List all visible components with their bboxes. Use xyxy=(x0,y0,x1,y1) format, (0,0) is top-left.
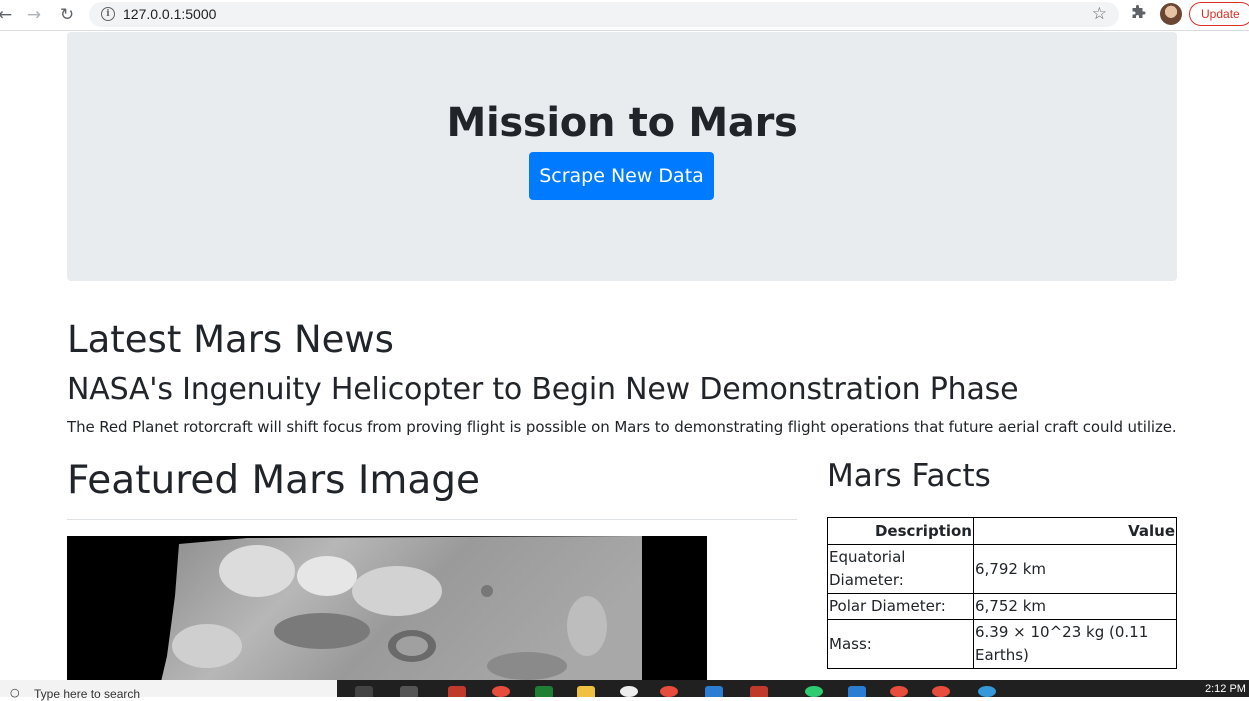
mars-facts-heading: Mars Facts xyxy=(827,458,991,494)
taskbar-app-icon[interactable] xyxy=(705,686,723,697)
mars-facts-table: Description Value Equatorial Diameter: 6… xyxy=(827,517,1177,669)
news-title: NASA's Ingenuity Helicopter to Begin New… xyxy=(67,372,1019,407)
chrome-icon[interactable] xyxy=(492,686,510,697)
table-header-row: Description Value xyxy=(827,517,1177,545)
taskbar-app-icon[interactable] xyxy=(805,686,823,697)
table-row: Mass: 6.39 × 10^23 kg (0.11 Earths) xyxy=(827,619,1177,669)
update-button[interactable]: Update xyxy=(1189,2,1249,26)
column-header: Value xyxy=(973,517,1177,545)
search-icon: ○ xyxy=(10,686,20,699)
featured-image-heading: Featured Mars Image xyxy=(67,458,480,503)
site-info-icon[interactable]: i xyxy=(101,7,115,21)
profile-avatar[interactable] xyxy=(1160,3,1182,25)
address-bar[interactable]: i 127.0.0.1:5000 ☆ xyxy=(89,2,1119,27)
taskbar-app-icon[interactable] xyxy=(400,686,418,697)
back-arrow-icon[interactable]: ← xyxy=(0,4,16,26)
address-url[interactable]: 127.0.0.1:5000 xyxy=(123,6,216,22)
excel-icon[interactable] xyxy=(535,686,553,697)
bookmark-star-icon[interactable]: ☆ xyxy=(1092,4,1107,24)
browser-toolbar: ← → ↻ i 127.0.0.1:5000 ☆ Update xyxy=(0,0,1249,31)
forward-arrow-icon[interactable]: → xyxy=(23,4,45,26)
news-paragraph: The Red Planet rotorcraft will shift foc… xyxy=(67,418,1177,436)
table-row: Equatorial Diameter: 6,792 km xyxy=(827,544,1177,594)
reload-icon[interactable]: ↻ xyxy=(56,4,78,26)
chrome-icon[interactable] xyxy=(932,686,950,697)
table-cell: 6,752 km xyxy=(973,593,1177,620)
vscode-icon[interactable] xyxy=(848,686,866,697)
taskbar-app-icon[interactable] xyxy=(978,686,996,697)
table-row: Polar Diameter: 6,752 km xyxy=(827,593,1177,620)
page-title: Mission to Mars xyxy=(446,100,798,146)
taskbar-app-icon[interactable] xyxy=(620,686,638,697)
chrome-icon[interactable] xyxy=(660,686,678,697)
taskbar-app-icon[interactable] xyxy=(448,686,466,697)
file-explorer-icon[interactable] xyxy=(577,686,595,697)
taskbar-clock: 2:12 PM xyxy=(1205,683,1246,695)
taskbar-search-placeholder[interactable]: Type here to search xyxy=(34,687,140,701)
divider xyxy=(67,519,797,520)
column-header: Description xyxy=(827,517,974,545)
featured-mars-image xyxy=(67,536,707,686)
chrome-icon[interactable] xyxy=(890,686,908,697)
table-cell: Mass: xyxy=(827,619,974,669)
jumbotron: Mission to Mars Scrape New Data xyxy=(67,32,1177,281)
table-cell: Polar Diameter: xyxy=(827,593,974,620)
extensions-puzzle-icon[interactable] xyxy=(1130,5,1146,21)
taskbar-app-icon[interactable] xyxy=(750,686,768,697)
latest-news-heading: Latest Mars News xyxy=(67,318,394,361)
table-cell: 6,792 km xyxy=(973,544,1177,594)
table-cell: 6.39 × 10^23 kg (0.11 Earths) xyxy=(973,619,1177,669)
task-view-icon[interactable] xyxy=(355,686,373,697)
scrape-new-data-button[interactable]: Scrape New Data xyxy=(529,152,714,200)
table-cell: Equatorial Diameter: xyxy=(827,544,974,594)
